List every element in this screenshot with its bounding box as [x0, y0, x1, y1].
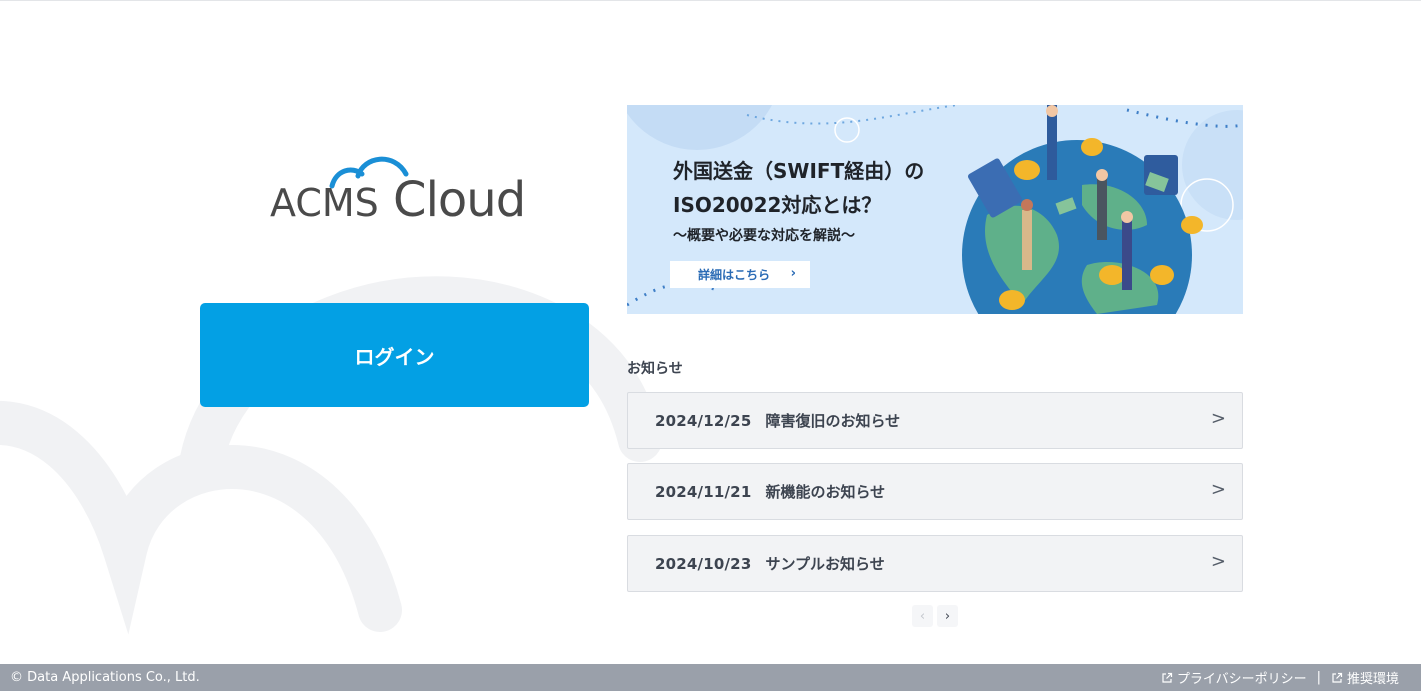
news-title: サンプルお知らせ — [765, 555, 885, 573]
footer-links: プライバシーポリシー | 推奨環境 — [1161, 668, 1399, 687]
chevron-right-icon: > — [1210, 479, 1226, 500]
logo-cloud-text: Cloud — [393, 172, 526, 228]
privacy-policy-link[interactable]: プライバシーポリシー — [1161, 668, 1307, 687]
news-item[interactable]: 2024/11/21 新機能のお知らせ > — [627, 463, 1243, 520]
banner-details-label: 詳細はこちら — [698, 268, 771, 282]
footer-separator: | — [1316, 670, 1321, 685]
banner-title-line2: ISO20022対応とは？ — [673, 193, 882, 217]
news-title: 障害復旧のお知らせ — [765, 412, 901, 430]
login-button[interactable]: ログイン — [200, 303, 589, 407]
chevron-right-icon: > — [1210, 551, 1226, 572]
logo-wordmark: ACMS Cloud — [270, 172, 526, 228]
top-divider — [0, 0, 1421, 1]
pager-prev-button[interactable]: ‹ — [912, 605, 933, 627]
banner-title-line1: 外国送金（SWIFT経由）の — [673, 159, 925, 183]
news-pager: ‹ › — [912, 605, 958, 627]
news-date: 2024/12/25 — [655, 411, 752, 430]
login-button-label: ログイン — [354, 346, 435, 369]
recommended-environment-label: 推奨環境 — [1346, 672, 1399, 687]
news-title: 新機能のお知らせ — [765, 483, 886, 501]
acms-cloud-logo: ACMS Cloud — [268, 152, 528, 228]
news-item[interactable]: 2024/12/25 障害復旧のお知らせ > — [627, 392, 1243, 449]
external-link-icon — [1162, 672, 1172, 683]
banner-subtitle: 〜概要や必要な対応を解説〜 — [673, 228, 855, 244]
news-heading: お知らせ — [627, 361, 683, 377]
pager-next-button[interactable]: › — [937, 605, 958, 627]
banner-details-button[interactable]: 詳細はこちら › — [670, 261, 810, 288]
recommended-environment-link[interactable]: 推奨環境 — [1331, 668, 1399, 687]
footer: © Data Applications Co., Ltd. プライバシーポリシー… — [0, 664, 1421, 691]
footer-copyright: © Data Applications Co., Ltd. — [10, 670, 200, 685]
news-item[interactable]: 2024/10/23 サンプルお知らせ > — [627, 535, 1243, 592]
chevron-right-icon: › — [790, 266, 796, 281]
news-date: 2024/11/21 — [655, 482, 752, 501]
news-date: 2024/10/23 — [655, 554, 752, 573]
chevron-right-icon: > — [1210, 408, 1226, 429]
privacy-policy-label: プライバシーポリシー — [1176, 672, 1307, 687]
external-link-icon — [1332, 672, 1343, 683]
logo-acms-text: ACMS — [270, 181, 379, 225]
promo-banner[interactable]: 外国送金（SWIFT経由）の ISO20022対応とは？ 〜概要や必要な対応を解… — [627, 105, 1243, 314]
